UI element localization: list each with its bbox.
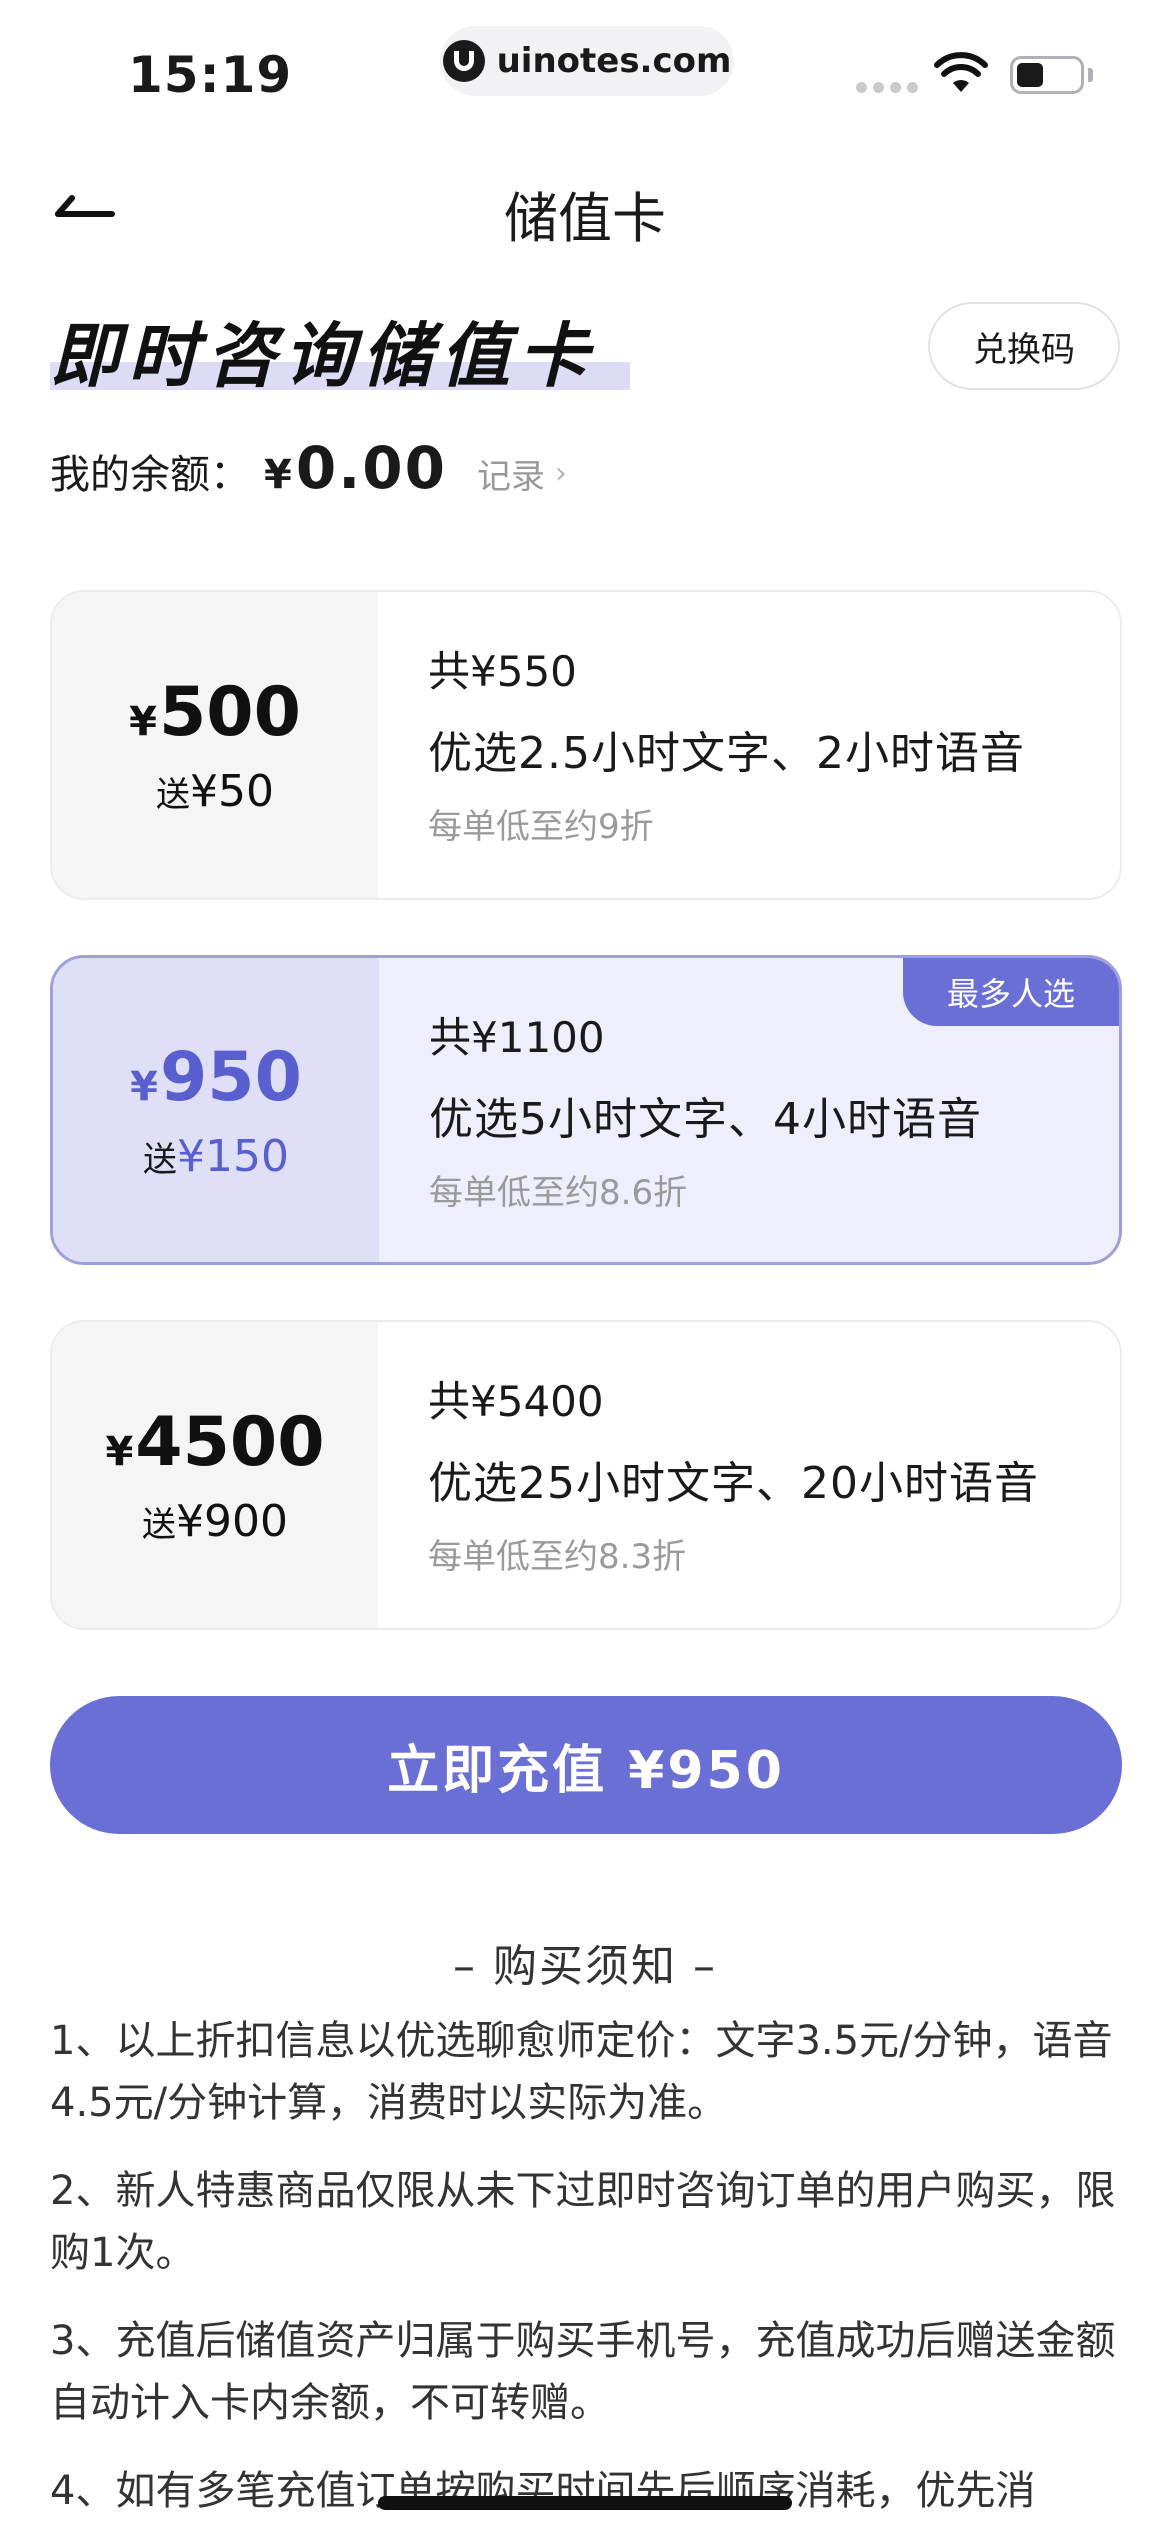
- package-bonus: 送 ¥900: [142, 1496, 288, 1547]
- bonus-amount: ¥50: [190, 766, 274, 817]
- balance-currency: ¥: [264, 452, 292, 498]
- card-title-block: 即时咨询储值卡: [50, 300, 630, 401]
- notice-item: 3、充值后储值资产归属于购买手机号，充值成功后赠送金额自动计入卡内余额，不可转赠…: [50, 2318, 1116, 2426]
- notice-item: 2、新人特惠商品仅限从未下过即时咨询订单的用户购买，限购1次。: [50, 2168, 1116, 2276]
- balance-label: 我的余额：: [50, 452, 250, 498]
- url-text: uinotes.com: [496, 41, 732, 81]
- stored-value-card-page: 15:19 uinotes.com 储值卡 即时咨询储值卡 兑换码 我的余额： …: [0, 0, 1170, 2532]
- status-bar: 15:19 uinotes.com: [0, 0, 1170, 140]
- package-option-950[interactable]: ¥ 950 送 ¥150 共¥1100 优选5小时文字、4小时语音 每单低至约8…: [50, 955, 1122, 1265]
- package-price-panel: ¥ 950 送 ¥150: [53, 958, 379, 1262]
- notice-item: 1、以上折扣信息以优选聊愈师定价：文字3.5元/分钟，语音4.5元/分钟计算，消…: [50, 2018, 1113, 2126]
- battery-cap: [1088, 68, 1093, 82]
- package-price-panel: ¥ 500 送 ¥50: [52, 592, 378, 898]
- nav-bar: 储值卡: [0, 160, 1170, 250]
- price-amount: 500: [158, 673, 301, 752]
- package-description: 优选25小时文字、20小时语音: [428, 1458, 1039, 1509]
- package-price: ¥ 950: [130, 1038, 302, 1117]
- site-logo-icon: [442, 40, 485, 82]
- package-option-500[interactable]: ¥ 500 送 ¥50 共¥550 优选2.5小时文字、2小时语音 每单低至约9…: [50, 590, 1122, 900]
- bonus-prefix: 送: [156, 775, 190, 815]
- price-currency: ¥: [130, 1064, 158, 1110]
- cellular-signal-icon: [856, 82, 918, 93]
- bonus-amount: ¥900: [176, 1496, 288, 1547]
- package-discount-note: 每单低至约8.3折: [428, 1537, 687, 1577]
- price-amount: 4500: [135, 1403, 325, 1482]
- package-price-panel: ¥ 4500 送 ¥900: [52, 1322, 378, 1628]
- package-total: 共¥5400: [428, 1377, 604, 1426]
- package-discount-note: 每单低至约8.6折: [429, 1173, 688, 1213]
- price-currency: ¥: [129, 699, 157, 745]
- price-amount: 950: [159, 1038, 302, 1117]
- status-time: 15:19: [128, 46, 293, 104]
- bonus-amount: ¥150: [177, 1131, 289, 1182]
- package-details: 共¥550 优选2.5小时文字、2小时语音 每单低至约9折: [428, 638, 1100, 848]
- purchase-notice-list: 1、以上折扣信息以优选聊愈师定价：文字3.5元/分钟，语音4.5元/分钟计算，消…: [50, 2010, 1130, 2532]
- most-popular-badge: 最多人选: [903, 958, 1119, 1026]
- balance-row: 我的余额： ¥ 0.00 记录 ›: [50, 434, 567, 502]
- record-label: 记录: [476, 457, 545, 497]
- recharge-now-button[interactable]: 立即充值 ¥950: [50, 1696, 1122, 1834]
- package-description: 优选2.5小时文字、2小时语音: [428, 728, 1025, 779]
- balance-amount: 0.00: [295, 434, 447, 502]
- package-bonus: 送 ¥50: [156, 766, 274, 817]
- battery-icon: [1010, 56, 1084, 94]
- package-price: ¥ 4500: [105, 1403, 324, 1482]
- bonus-prefix: 送: [142, 1505, 176, 1545]
- notice-item: 4、如有多笔充值订单按购买时间先后顺序消耗，优先消: [50, 2468, 1036, 2514]
- package-details: 共¥1100 优选5小时文字、4小时语音 每单低至约8.6折: [429, 1004, 1099, 1214]
- bonus-prefix: 送: [143, 1140, 177, 1180]
- redeem-code-button[interactable]: 兑换码: [928, 302, 1120, 390]
- wifi-icon: [934, 52, 988, 92]
- package-description: 优选5小时文字、4小时语音: [429, 1094, 982, 1145]
- url-pill[interactable]: uinotes.com: [440, 26, 734, 96]
- home-indicator[interactable]: [378, 2496, 792, 2510]
- price-currency: ¥: [105, 1429, 134, 1475]
- purchase-notice-title: – 购买须知 –: [453, 1941, 717, 1992]
- package-price: ¥ 500: [129, 673, 301, 752]
- chevron-right-icon: ›: [554, 456, 567, 491]
- record-link[interactable]: 记录 ›: [477, 449, 567, 498]
- package-bonus: 送 ¥150: [143, 1131, 289, 1182]
- package-option-4500[interactable]: ¥ 4500 送 ¥900 共¥5400 优选25小时文字、20小时语音 每单低…: [50, 1320, 1122, 1630]
- package-total: 共¥550: [428, 647, 577, 696]
- package-discount-note: 每单低至约9折: [428, 807, 654, 847]
- card-title: 即时咨询储值卡: [50, 315, 596, 397]
- package-details: 共¥5400 优选25小时文字、20小时语音 每单低至约8.3折: [428, 1368, 1100, 1578]
- page-title: 储值卡: [504, 187, 666, 250]
